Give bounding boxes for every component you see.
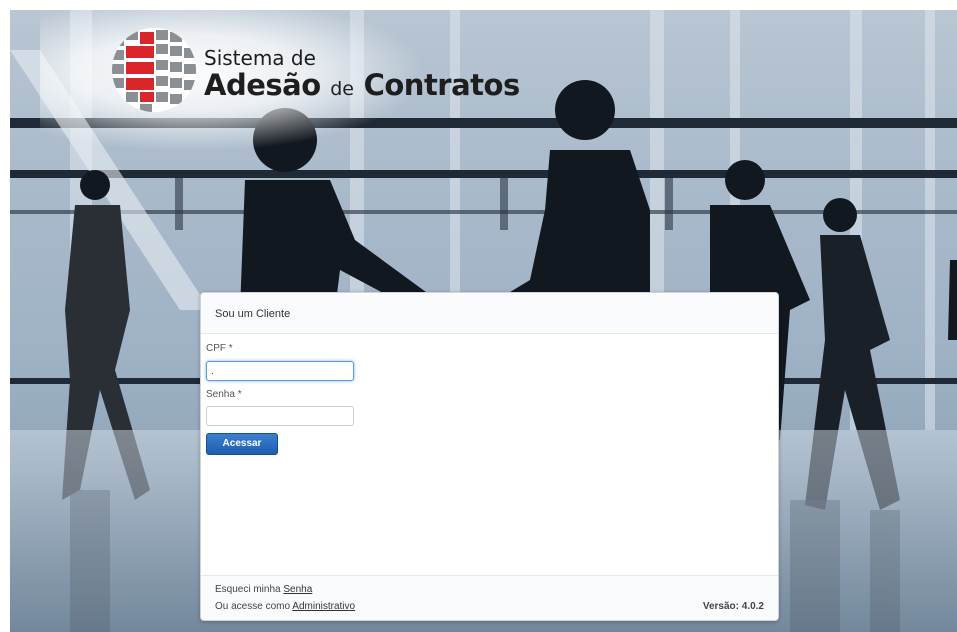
admin-access-text: Ou acesse como xyxy=(215,601,291,612)
login-panel-title: Sou um Cliente xyxy=(201,293,778,334)
cpf-label: CPF * xyxy=(206,343,233,354)
app-logo: Sistema de Adesão de Contratos xyxy=(110,26,520,116)
logo-word-adesao: Adesão xyxy=(204,68,321,102)
logo-word-contratos: Contratos xyxy=(363,68,521,102)
forgot-password-link[interactable]: Senha xyxy=(283,584,312,595)
globe-grid-icon xyxy=(112,28,196,112)
admin-access-line: Ou acesse como Administrativo xyxy=(215,601,355,612)
password-label: Senha * xyxy=(206,389,242,400)
forgot-password-text: Esqueci minha xyxy=(215,584,281,595)
logo-text-line1: Sistema de xyxy=(204,46,316,70)
version-label: Versão: 4.0.2 xyxy=(702,601,764,612)
login-panel: Sou um Cliente CPF * Senha * Acessar Esq… xyxy=(200,292,779,621)
admin-access-link[interactable]: Administrativo xyxy=(292,601,355,612)
forgot-password-line: Esqueci minha Senha xyxy=(215,584,312,595)
submit-button[interactable]: Acessar xyxy=(206,433,278,455)
password-input[interactable] xyxy=(206,406,354,426)
logo-word-de: de xyxy=(330,78,354,100)
login-panel-footer: Esqueci minha Senha Ou acesse como Admin… xyxy=(201,575,778,620)
cpf-input[interactable] xyxy=(206,361,354,381)
logo-text-line2: Adesão de Contratos xyxy=(204,68,520,102)
